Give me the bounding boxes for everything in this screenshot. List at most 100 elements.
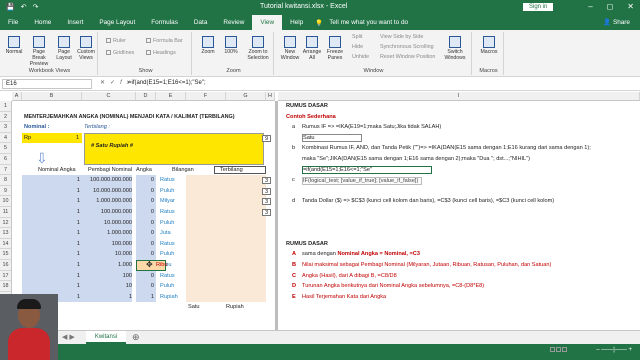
view-mode-icons[interactable] (550, 347, 568, 354)
row-header[interactable]: 16 (0, 260, 12, 271)
column-header[interactable]: E (156, 92, 186, 101)
arrange-all-button[interactable]: Arrange All (302, 36, 322, 61)
row-header[interactable]: 11 (0, 207, 12, 218)
nominal-cell: 1 (76, 209, 80, 215)
row-header[interactable]: 7 (0, 164, 12, 176)
pembagi-cell: 1.000.000.000 (96, 198, 132, 205)
nominal-cell: 1 (76, 198, 80, 205)
zoom-button[interactable]: Zoom (198, 36, 218, 55)
headings-option[interactable]: Headings (146, 50, 176, 56)
page-layout-label: Page Layout (56, 49, 72, 61)
ruler-option[interactable]: Ruler (106, 38, 126, 44)
normal-view-button[interactable]: Normal (4, 36, 24, 55)
gridlines-option[interactable]: Gridlines (106, 50, 134, 56)
new-window-button[interactable]: New Window (280, 36, 300, 61)
bilangan-cell: Puluh (160, 187, 175, 194)
split-label: Split (352, 34, 363, 40)
formula-bar: E16 ✕✓fx =if(and(E15=1;E16<=1);"Se"; (0, 78, 640, 91)
view-side-by-side-button[interactable]: View Side by Side (380, 34, 423, 40)
tab-data[interactable]: Data (186, 15, 216, 30)
row-header[interactable]: 10 (0, 196, 12, 207)
zoom-100-button[interactable]: 100% (222, 36, 240, 55)
tell-me-input[interactable]: Tell me what you want to do (329, 19, 408, 26)
column-header[interactable]: B (22, 92, 82, 101)
page-layout-button[interactable]: Page Layout (54, 36, 74, 61)
add-sheet-icon[interactable]: ⊕ (132, 332, 140, 343)
row-header[interactable]: 13 (0, 228, 12, 239)
column-header[interactable]: A (12, 92, 22, 101)
column-header[interactable]: D (136, 92, 156, 101)
tab-page-layout[interactable]: Page Layout (91, 15, 143, 30)
unhide-button[interactable]: Unhide (352, 54, 369, 60)
custom-views-button[interactable]: Custom Views (76, 36, 96, 61)
reset-window-button[interactable]: Reset Window Position (380, 54, 435, 60)
row-header[interactable]: 6 (0, 154, 12, 165)
column-header[interactable]: G (226, 92, 266, 101)
sync-scroll-button[interactable]: Synchronous Scrolling (380, 44, 434, 50)
g4-number: 9 (262, 134, 271, 142)
row-header[interactable]: 15 (0, 249, 12, 260)
angka-cell: 0 (136, 249, 156, 260)
minimize-icon[interactable]: – (588, 2, 592, 11)
nominal-input-cell[interactable]: 1 (76, 132, 82, 144)
row-header[interactable]: 1 (0, 101, 12, 112)
hide-button[interactable]: Hide (352, 44, 363, 50)
tab-insert[interactable]: Insert (59, 15, 91, 30)
page-break-mode-icon[interactable] (562, 347, 567, 352)
tab-home[interactable]: Home (26, 15, 59, 30)
row-header[interactable]: 14 (0, 238, 12, 250)
row-header[interactable]: 4 (0, 132, 12, 144)
terbilang-cell (186, 185, 266, 197)
column-header[interactable]: F (186, 92, 226, 101)
redo-icon[interactable]: ↷ (33, 3, 39, 11)
sheet-nav-icon[interactable]: ◀ ▶ (62, 333, 75, 341)
tab-review[interactable]: Review (215, 15, 252, 30)
angka-cell: 0 (136, 196, 156, 207)
magnifier-icon (202, 36, 214, 48)
enter-icon[interactable]: ✓ (110, 80, 120, 86)
tab-formulas[interactable]: Formulas (143, 15, 186, 30)
row-header[interactable]: 3 (0, 122, 12, 133)
tab-help[interactable]: Help (282, 15, 311, 30)
right-text-line: IF(logical_test; [value_if_true]; [value… (302, 177, 422, 186)
zoom-slider[interactable]: – ——|—— + (596, 347, 632, 353)
column-header[interactable]: I (278, 92, 640, 101)
row-header[interactable]: 2 (0, 111, 12, 123)
formula-bar-option[interactable]: Formula Bar (146, 38, 183, 44)
row-header[interactable]: 8 (0, 175, 12, 186)
rumus-text: Hasil Terjemahan Kata dari Angka (302, 293, 387, 300)
page-break-button[interactable]: Page Break Preview (26, 36, 52, 67)
row-header[interactable]: 9 (0, 185, 12, 197)
share-button[interactable]: 👤 Share (603, 18, 630, 26)
column-header[interactable]: C (82, 92, 136, 101)
sheet-tab-kwitansi[interactable]: Kwitansi (86, 331, 126, 344)
name-box[interactable]: E16 (2, 79, 92, 89)
cancel-icon[interactable]: ✕ (100, 80, 110, 86)
angka-cell: 0 (136, 185, 156, 197)
formula-input[interactable]: =if(and(E15=1;E16<=1);"Se"; (128, 80, 206, 86)
close-icon[interactable]: ✕ (627, 2, 634, 11)
down-arrow-icon: ⇩ (36, 150, 48, 166)
row-header[interactable]: 5 (0, 143, 12, 154)
sign-in-button[interactable]: Sign in (523, 3, 554, 11)
page-layout-mode-icon[interactable] (556, 347, 561, 352)
macros-button[interactable]: Macros (478, 36, 500, 55)
switch-windows-button[interactable]: Switch Windows (442, 36, 468, 61)
row-header[interactable]: 17 (0, 270, 12, 282)
header-angka: Angka (136, 166, 152, 173)
column-header[interactable]: H (266, 92, 275, 101)
restore-icon[interactable]: ◻ (607, 2, 614, 11)
row-header[interactable]: 18 (0, 281, 12, 292)
tab-view[interactable]: View (252, 15, 283, 30)
undo-icon[interactable]: ↶ (21, 3, 27, 11)
terbilang-cell (186, 270, 266, 282)
tab-file[interactable]: File (0, 15, 26, 30)
pane-splitter[interactable] (275, 101, 278, 330)
save-icon[interactable]: 💾 (6, 3, 15, 11)
bilangan-cell: Ratus (160, 240, 175, 247)
split-button[interactable]: Split (352, 34, 363, 40)
row-header[interactable]: 12 (0, 217, 12, 229)
freeze-panes-button[interactable]: Freeze Panes (324, 36, 346, 61)
normal-mode-icon[interactable] (550, 347, 555, 352)
zoom-selection-button[interactable]: Zoom to Selection (244, 36, 272, 61)
